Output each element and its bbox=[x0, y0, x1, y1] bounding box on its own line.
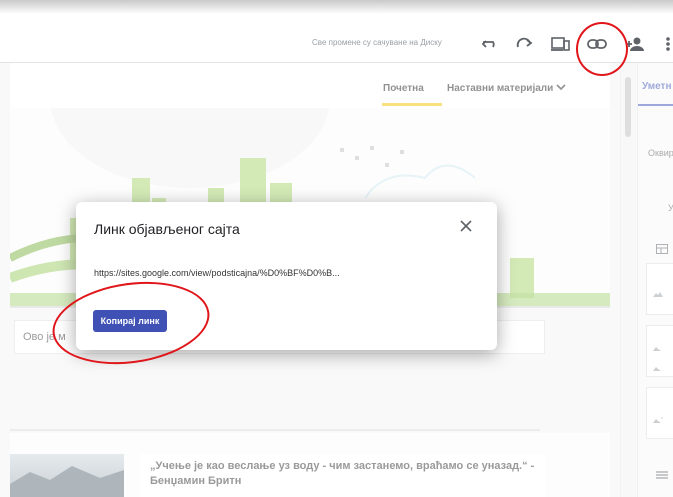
more-vert-icon[interactable] bbox=[660, 34, 673, 54]
preview-device-icon[interactable] bbox=[550, 34, 572, 54]
undo-icon[interactable] bbox=[480, 34, 502, 54]
dialog-title: Линк објављеног сајта bbox=[94, 221, 240, 237]
save-status: Све промене су сачуване на Диску bbox=[312, 38, 442, 47]
app-window: Све промене су сачуване на Диску Почетна… bbox=[0, 0, 673, 497]
annotation-circle-link bbox=[576, 22, 628, 76]
editor-toolbar: Све промене су сачуване на Диску bbox=[0, 14, 673, 63]
close-icon[interactable] bbox=[456, 216, 476, 236]
redo-icon[interactable] bbox=[514, 34, 536, 54]
published-url: https://sites.google.com/view/podsticajn… bbox=[94, 268, 340, 278]
window-shadow bbox=[0, 0, 673, 14]
